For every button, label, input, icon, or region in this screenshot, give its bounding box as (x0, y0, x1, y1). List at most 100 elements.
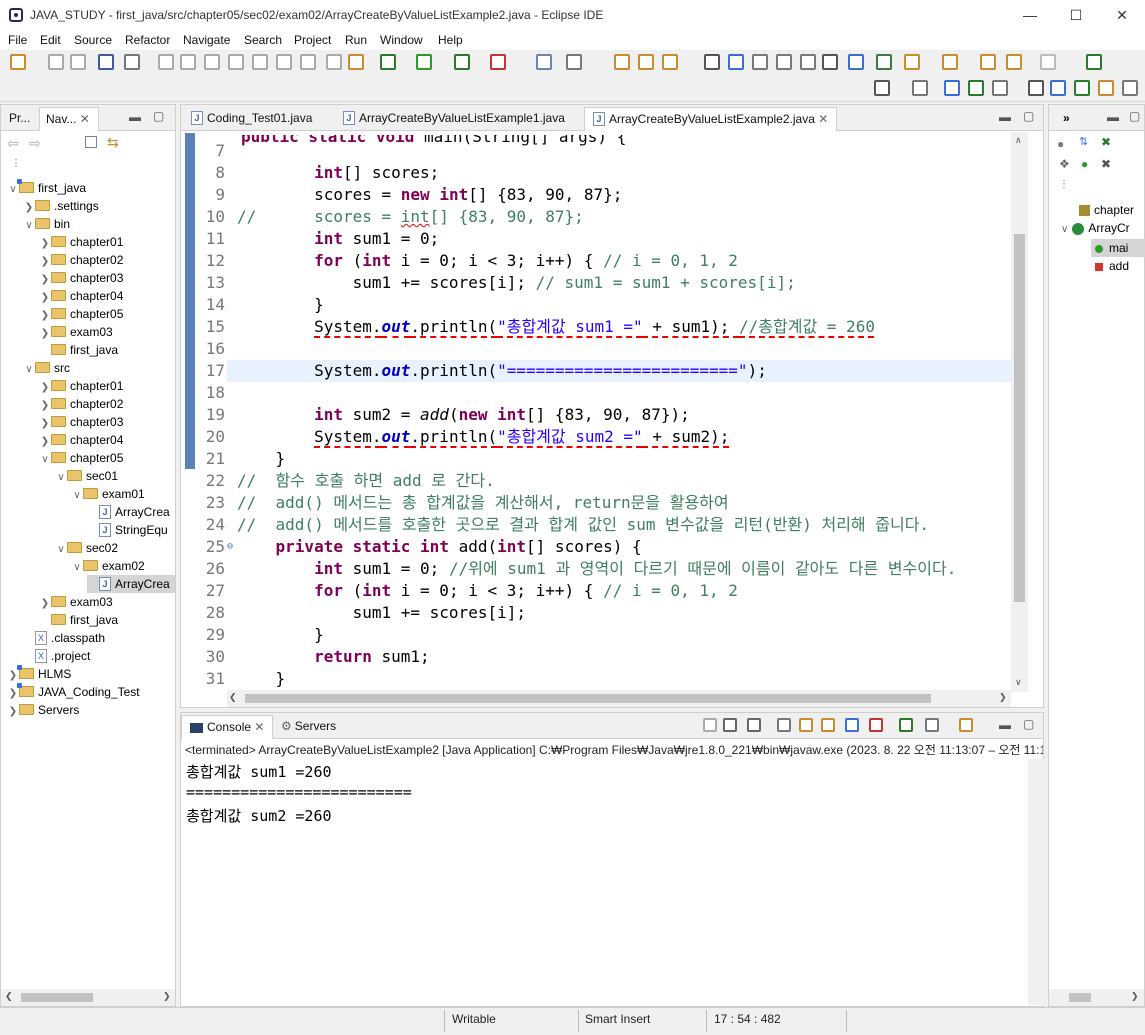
code-line[interactable]: 12 for (int i = 0; i < 3; i++) { // i = … (193, 250, 1015, 272)
new-icon[interactable] (10, 54, 26, 70)
new-java-project-icon[interactable] (536, 54, 552, 70)
scroll-left-icon[interactable]: ❮ (5, 991, 13, 1002)
console-output[interactable]: 총합계값 sum1 =260 ========================= 총… (181, 759, 1026, 1005)
debug-perspective-icon[interactable] (968, 80, 984, 96)
external-tools-icon[interactable] (490, 54, 506, 70)
pin-editor-icon[interactable] (1086, 54, 1102, 70)
outline-item-main[interactable]: mai (1095, 239, 1128, 257)
minimize-button[interactable]: — (1007, 0, 1053, 30)
resource-icon[interactable] (1098, 80, 1114, 96)
code-line[interactable]: 20 System.out.println("총합계값 sum2 =" + su… (193, 426, 1015, 448)
outline-item-package[interactable]: chapter (1079, 203, 1134, 217)
run-icon[interactable] (416, 54, 432, 70)
public-icon[interactable]: ● (1081, 157, 1088, 171)
tree-item[interactable]: ❯ exam03 (39, 593, 113, 611)
code-line[interactable]: 22 // 함수 호출 하면 add 로 간다. (193, 470, 1015, 492)
chevron-right-icon[interactable]: ❯ (7, 703, 19, 721)
open-perspective-icon[interactable] (912, 80, 928, 96)
outline-item-class[interactable]: ∨ ArrayCr (1061, 221, 1130, 235)
search-icon[interactable] (874, 80, 890, 96)
scroll-lock-icon[interactable] (799, 718, 813, 732)
code-line[interactable]: 29 } (193, 624, 1015, 646)
code-line[interactable]: 15 System.out.println("총합계값 sum1 =" + su… (193, 316, 1015, 338)
search-icon[interactable] (662, 54, 678, 70)
tab-console[interactable]: Console ✕ (181, 715, 274, 739)
tab-navigator[interactable]: Nav... ✕ (39, 107, 99, 131)
sort-icon[interactable]: ⇅ (1079, 135, 1088, 148)
hide-fields-icon[interactable]: ● (1057, 137, 1064, 151)
new-package-icon[interactable] (566, 54, 582, 70)
menu-window[interactable]: Window (380, 33, 423, 47)
prev-annotation-icon[interactable] (942, 54, 958, 70)
remove-all-icon[interactable] (747, 718, 761, 732)
chevron-down-icon[interactable]: ∨ (55, 469, 67, 487)
save-all-icon[interactable] (70, 54, 86, 70)
use-step-filters-icon[interactable] (348, 54, 364, 70)
tree-item[interactable]: J StringEqu (87, 521, 168, 539)
tree-item[interactable]: ❯ chapter02 (39, 395, 124, 413)
tree-item[interactable]: ❯ chapter04 (39, 287, 124, 305)
menu-edit[interactable]: Edit (40, 33, 61, 47)
terminal-icon[interactable] (98, 54, 114, 70)
tree-item[interactable]: ∨ src (23, 359, 70, 377)
tree-item[interactable]: ∨ sec02 (55, 539, 118, 557)
code-line[interactable]: 26 int sum1 = 0; //위에 sum1 과 영역이 다르기 때문에… (193, 558, 1015, 580)
minimize-view-icon[interactable]: ▬ (129, 110, 141, 124)
suspend-icon[interactable] (180, 54, 196, 70)
annotation-icon[interactable] (704, 54, 720, 70)
close-icon[interactable]: ✕ (818, 112, 828, 126)
console-vertical-scrollbar[interactable] (1028, 759, 1044, 1005)
word-wrap-icon[interactable] (821, 718, 835, 732)
code-line[interactable]: 24 // add() 메서드를 호출한 곳으로 결과 합계 값인 sum 변수값… (193, 514, 1015, 536)
team-icon[interactable] (1122, 80, 1138, 96)
word-wrap-icon[interactable] (800, 54, 816, 70)
scroll-right-icon[interactable]: ❯ (999, 692, 1007, 703)
code-line[interactable]: 21 } (193, 448, 1015, 470)
tab-servers[interactable]: ⚙ Servers (273, 715, 344, 739)
menu-source[interactable]: Source (74, 33, 112, 47)
globe-icon[interactable] (848, 54, 864, 70)
step-over-icon[interactable] (276, 54, 292, 70)
tree-item[interactable]: ❯ JAVA_Coding_Test (7, 683, 140, 701)
step-into-icon[interactable] (252, 54, 268, 70)
book-icon[interactable] (1074, 80, 1090, 96)
chevron-down-icon[interactable]: ∨ (23, 361, 35, 379)
code-line[interactable]: 25 ⊖ private static int add(int[] scores)… (193, 536, 1015, 558)
back-icon[interactable]: ⇦ (7, 135, 19, 152)
terminate-icon[interactable] (703, 718, 717, 732)
display-console-icon[interactable] (925, 718, 939, 732)
step-return-icon[interactable] (300, 54, 316, 70)
tree-item[interactable]: ∨ sec01 (55, 467, 118, 485)
pin-console-icon[interactable] (899, 718, 913, 732)
show-whitespace-icon[interactable] (752, 54, 768, 70)
menu-search[interactable]: Search (244, 33, 282, 47)
highlight-icon[interactable] (728, 54, 744, 70)
open-type-icon[interactable] (614, 54, 630, 70)
code-line[interactable]: 27 for (int i = 0; i < 3; i++) { // i = … (193, 580, 1015, 602)
tree-item[interactable]: ❯ chapter02 (39, 251, 124, 269)
chevron-down-icon[interactable]: ∨ (55, 541, 67, 559)
minimize-view-icon[interactable]: ▬ (999, 110, 1011, 124)
outline-item-add[interactable]: add (1095, 257, 1129, 275)
tree-item[interactable]: ❯ .settings (23, 197, 99, 215)
code-line[interactable]: 7 (193, 140, 1015, 162)
tree-item[interactable]: ❯ chapter03 (39, 413, 124, 431)
menu-run[interactable]: Run (345, 33, 367, 47)
menu-help[interactable]: Help (438, 33, 463, 47)
tab-project-explorer[interactable]: Pr... (1, 107, 38, 131)
menu-project[interactable]: Project (294, 33, 331, 47)
scroll-down-icon[interactable]: ∨ (1015, 677, 1022, 688)
tree-item[interactable]: ❯ HLMS (7, 665, 71, 683)
tree-item[interactable]: ❯ chapter03 (39, 269, 124, 287)
tree-item[interactable]: ❯ chapter04 (39, 431, 124, 449)
block-select-icon[interactable] (776, 54, 792, 70)
tree-item[interactable]: ❯ chapter01 (39, 377, 124, 395)
clear-console-icon[interactable] (777, 718, 791, 732)
code-area[interactable]: 78 int[] scores; 9 scores = new int[] {83… (193, 140, 1015, 690)
tree-horizontal-scrollbar[interactable]: ❮ ❯ (1, 989, 175, 1006)
code-line[interactable]: 23 // add() 메서드는 총 합계값을 계산해서, return문을 활용… (193, 492, 1015, 514)
editor-horizontal-scrollbar[interactable]: ❮ ❯ (227, 690, 1011, 707)
disconnect-icon[interactable] (228, 54, 244, 70)
maximize-view-icon[interactable]: ▢ (1129, 109, 1140, 123)
tree-item[interactable]: ❯ Servers (7, 701, 80, 721)
